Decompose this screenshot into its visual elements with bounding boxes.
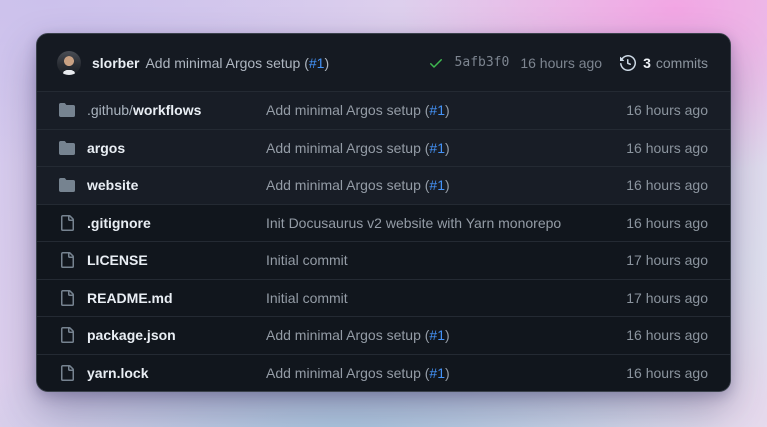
commit-message-cell: Add minimal Argos setup (#1) bbox=[266, 327, 614, 343]
pr-link[interactable]: #1 bbox=[429, 140, 445, 156]
file-name-cell: README.md bbox=[87, 290, 266, 306]
file-name-cell: .github/workflows bbox=[87, 102, 266, 118]
file-icon bbox=[59, 327, 75, 343]
repo-file-browser: slorber Add minimal Argos setup (#1) 5af… bbox=[36, 33, 731, 392]
file-name-cell: argos bbox=[87, 140, 266, 156]
file-name-cell: LICENSE bbox=[87, 252, 266, 268]
row-commit-message-link[interactable]: Add minimal Argos setup bbox=[266, 327, 421, 343]
file-name-link[interactable]: website bbox=[87, 177, 138, 193]
table-row[interactable]: LICENSE Initial commit 17 hours ago bbox=[37, 241, 730, 279]
row-commit-message-link[interactable]: Initial commit bbox=[266, 252, 348, 268]
row-commit-time: 17 hours ago bbox=[626, 290, 708, 306]
row-commit-time: 16 hours ago bbox=[626, 177, 708, 193]
file-name-cell: .gitignore bbox=[87, 215, 266, 231]
avatar[interactable] bbox=[57, 51, 81, 75]
table-row[interactable]: .gitignore Init Docusaurus v2 website wi… bbox=[37, 204, 730, 242]
commit-message-cell: Init Docusaurus v2 website with Yarn mon… bbox=[266, 215, 614, 231]
file-name-link[interactable]: LICENSE bbox=[87, 252, 148, 268]
row-commit-message-link[interactable]: Initial commit bbox=[266, 290, 348, 306]
latest-commit-header: slorber Add minimal Argos setup (#1) 5af… bbox=[37, 34, 730, 91]
commits-count: 3 bbox=[643, 55, 651, 71]
commit-message-paren: ( bbox=[300, 55, 309, 71]
row-commit-time: 16 hours ago bbox=[626, 365, 708, 381]
row-commit-message-link[interactable]: Add minimal Argos setup bbox=[266, 177, 421, 193]
row-commit-time: 16 hours ago bbox=[626, 102, 708, 118]
file-name-link[interactable]: README.md bbox=[87, 290, 173, 306]
folder-icon bbox=[59, 177, 75, 193]
commit-message-cell: Initial commit bbox=[266, 252, 614, 268]
pr-link[interactable]: #1 bbox=[429, 327, 445, 343]
row-commit-time: 17 hours ago bbox=[626, 252, 708, 268]
folder-icon bbox=[59, 102, 75, 118]
commit-message-cell: Initial commit bbox=[266, 290, 614, 306]
folder-icon bbox=[59, 140, 75, 156]
row-commit-message-link[interactable]: Add minimal Argos setup bbox=[266, 140, 421, 156]
table-row[interactable]: .github/workflows Add minimal Argos setu… bbox=[37, 91, 730, 129]
file-name-link[interactable]: argos bbox=[87, 140, 125, 156]
commit-history-link[interactable]: 3 commits bbox=[620, 55, 708, 71]
file-name-link[interactable]: yarn.lock bbox=[87, 365, 148, 381]
file-name-cell: website bbox=[87, 177, 266, 193]
commit-message-cell: Add minimal Argos setup (#1) bbox=[266, 102, 614, 118]
pr-link[interactable]: #1 bbox=[309, 55, 325, 71]
file-name-link[interactable]: package.json bbox=[87, 327, 176, 343]
row-commit-message-link[interactable]: Init Docusaurus v2 website with Yarn mon… bbox=[266, 215, 561, 231]
file-name-cell: package.json bbox=[87, 327, 266, 343]
file-name-link[interactable]: workflows bbox=[133, 102, 201, 118]
pr-link[interactable]: #1 bbox=[429, 177, 445, 193]
commit-author-link[interactable]: slorber bbox=[92, 55, 139, 71]
file-icon bbox=[59, 215, 75, 231]
file-name-prefix[interactable]: .github/ bbox=[87, 102, 133, 118]
file-name-link[interactable]: .gitignore bbox=[87, 215, 151, 231]
pr-link[interactable]: #1 bbox=[429, 365, 445, 381]
table-row[interactable]: website Add minimal Argos setup (#1) 16 … bbox=[37, 166, 730, 204]
commit-header-right: 5afb3f0 16 hours ago 3 commits bbox=[428, 55, 708, 71]
row-commit-time: 16 hours ago bbox=[626, 140, 708, 156]
commit-hash-link[interactable]: 5afb3f0 bbox=[455, 55, 510, 70]
row-commit-message-link[interactable]: Add minimal Argos setup bbox=[266, 102, 421, 118]
pr-link[interactable]: #1 bbox=[429, 102, 445, 118]
check-status-icon[interactable] bbox=[428, 55, 444, 71]
table-row[interactable]: README.md Initial commit 17 hours ago bbox=[37, 279, 730, 317]
commit-message-cell: Add minimal Argos setup (#1) bbox=[266, 177, 614, 193]
file-icon bbox=[59, 252, 75, 268]
table-row[interactable]: argos Add minimal Argos setup (#1) 16 ho… bbox=[37, 129, 730, 167]
row-commit-time: 16 hours ago bbox=[626, 327, 708, 343]
row-commit-time: 16 hours ago bbox=[626, 215, 708, 231]
commit-message-cell: Add minimal Argos setup (#1) bbox=[266, 365, 614, 381]
commit-time: 16 hours ago bbox=[520, 55, 602, 71]
commit-message-cell: Add minimal Argos setup (#1) bbox=[266, 140, 614, 156]
file-name-cell: yarn.lock bbox=[87, 365, 266, 381]
file-icon bbox=[59, 365, 75, 381]
table-row[interactable]: yarn.lock Add minimal Argos setup (#1) 1… bbox=[37, 354, 730, 392]
commit-message-link[interactable]: Add minimal Argos setup bbox=[145, 55, 300, 71]
history-clock-icon bbox=[620, 55, 636, 71]
file-table: .github/workflows Add minimal Argos setu… bbox=[37, 91, 730, 391]
file-icon bbox=[59, 290, 75, 306]
commits-label: commits bbox=[656, 55, 708, 71]
row-commit-message-link[interactable]: Add minimal Argos setup bbox=[266, 365, 421, 381]
commit-message-paren: ) bbox=[324, 55, 329, 71]
table-row[interactable]: package.json Add minimal Argos setup (#1… bbox=[37, 316, 730, 354]
